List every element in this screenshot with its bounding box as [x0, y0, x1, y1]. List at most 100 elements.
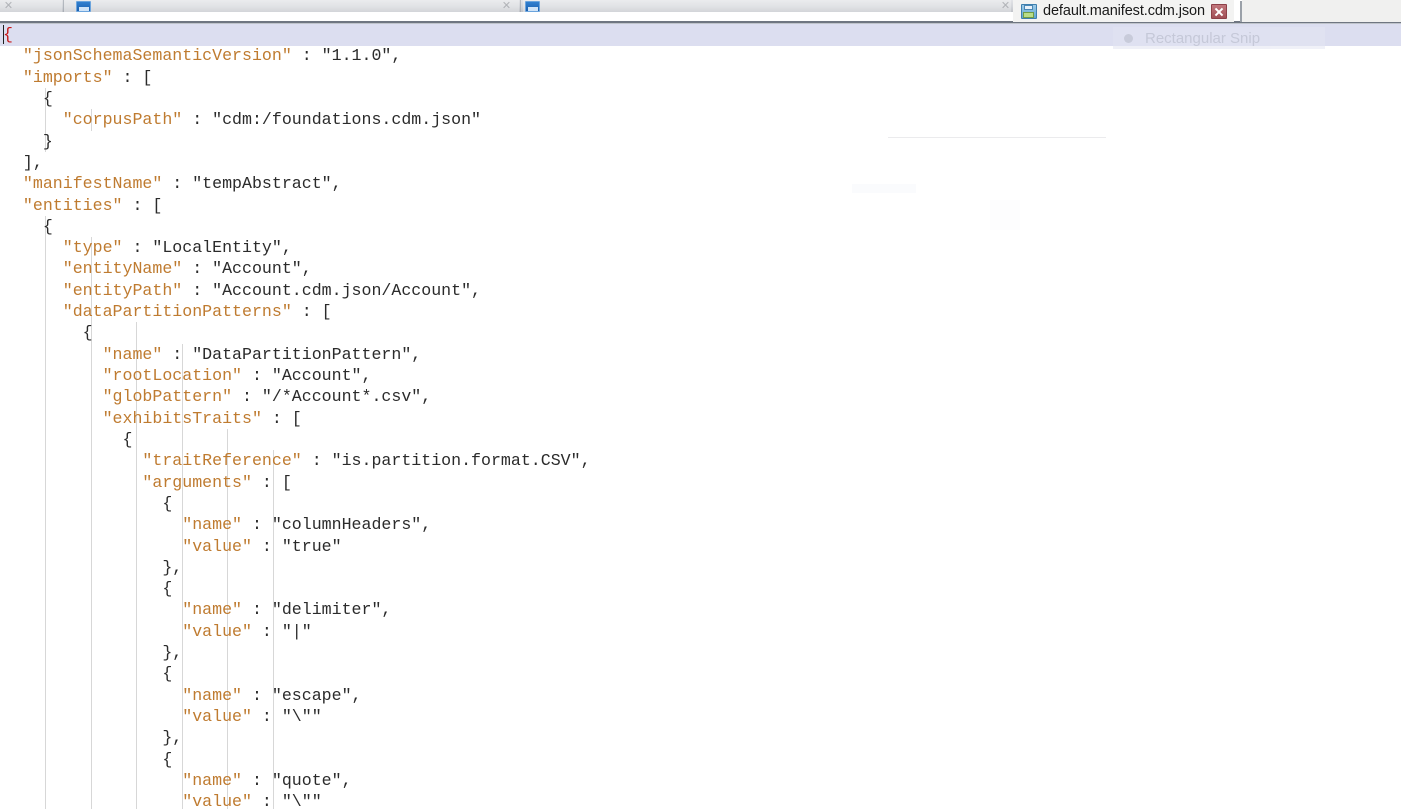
json-punctuation: : [ [251, 472, 292, 492]
json-punctuation: ], [22, 152, 43, 172]
json-punctuation: : [242, 515, 272, 535]
json-key: "rootLocation" [102, 366, 243, 385]
json-value: "tempAbstract", [192, 174, 342, 194]
code-line: { [0, 749, 1401, 770]
json-punctuation: : [162, 344, 193, 364]
code-line: "globPattern" : "/*Account*.csv", [0, 386, 1401, 407]
json-punctuation: : [182, 280, 213, 300]
json-punctuation: : [251, 621, 282, 641]
json-key: "globPattern" [102, 387, 233, 407]
json-punctuation: : [291, 46, 322, 66]
code-line: "rootLocation" : "Account", [0, 365, 1401, 386]
code-line: "value" : "\"" [0, 706, 1401, 727]
code-line: { [0, 493, 1401, 514]
json-punctuation: : [182, 259, 213, 279]
background-tab-separator [520, 0, 521, 12]
code-line: "manifestName" : "tempAbstract", [0, 173, 1401, 194]
close-x-icon[interactable] [1210, 3, 1227, 19]
json-value: "|" [281, 621, 312, 641]
code-line: "name" : "quote", [0, 770, 1401, 791]
json-punctuation: { [162, 749, 173, 769]
json-punctuation: { [3, 25, 13, 44]
json-punctuation: : [162, 174, 193, 194]
background-app-icon [525, 1, 540, 12]
background-close-icon: ✕ [1000, 0, 1011, 12]
document-tab-default-manifest[interactable]: default.manifest.cdm.json [1013, 0, 1234, 22]
background-tab [64, 0, 519, 12]
json-punctuation: : [301, 451, 332, 471]
code-line: "dataPartitionPatterns" : [ [0, 301, 1401, 322]
background-app-icon [76, 1, 91, 12]
json-value: "cdm:/foundations.cdm.json" [212, 110, 481, 130]
json-punctuation: : [242, 770, 272, 790]
json-editor[interactable]: { "jsonSchemaSemanticVersion" : "1.1.0",… [0, 24, 1401, 809]
json-key: "exhibitsTraits" [102, 408, 262, 428]
json-key: "value" [182, 536, 252, 556]
code-line: "name" : "delimiter", [0, 599, 1401, 620]
json-punctuation: { [162, 493, 173, 513]
json-punctuation: : [251, 536, 282, 556]
code-line: { [0, 322, 1401, 343]
json-key: "arguments" [142, 472, 252, 492]
code-line: "name" : "escape", [0, 685, 1401, 706]
json-punctuation: { [122, 429, 133, 449]
json-punctuation: } [42, 131, 53, 151]
code-line: "exhibitsTraits" : [ [0, 408, 1401, 429]
json-punctuation: : [ [122, 195, 163, 215]
background-close-icon: ✕ [501, 0, 512, 12]
background-tab-separator [63, 0, 64, 12]
code-line: ], [0, 152, 1401, 173]
json-punctuation: { [42, 216, 53, 236]
json-key: "name" [182, 685, 242, 705]
code-line: { [0, 88, 1401, 109]
json-punctuation: : [ [261, 408, 302, 428]
code-line: "arguments" : [ [0, 472, 1401, 493]
json-key: "value" [182, 707, 252, 726]
json-punctuation: : [182, 110, 213, 130]
code-line: { [0, 24, 1401, 45]
code-line: { [0, 216, 1401, 237]
json-key: "entityName" [62, 259, 183, 279]
code-line: "entityName" : "Account", [0, 258, 1401, 279]
code-line: "entities" : [ [0, 195, 1401, 216]
json-key: "name" [182, 770, 242, 790]
json-key: "jsonSchemaSemanticVersion" [22, 46, 292, 66]
json-value: "columnHeaders", [271, 515, 432, 535]
code-line: }, [0, 557, 1401, 578]
json-punctuation: }, [162, 728, 183, 748]
json-key: "entities" [22, 195, 123, 215]
code-line: "name" : "columnHeaders", [0, 514, 1401, 535]
json-key: "value" [182, 621, 252, 641]
json-punctuation: : [ [291, 302, 332, 322]
json-value: "1.1.0", [321, 46, 402, 66]
json-key: "entityPath" [62, 280, 183, 300]
background-close-icon: ✕ [3, 0, 14, 12]
json-key: "type" [62, 238, 123, 258]
tabstrip-empty-area [1242, 0, 1401, 22]
code-line: "traitReference" : "is.partition.format.… [0, 450, 1401, 471]
json-source-code[interactable]: { "jsonSchemaSemanticVersion" : "1.1.0",… [0, 24, 1401, 809]
json-punctuation: { [162, 664, 173, 684]
code-line: "entityPath" : "Account.cdm.json/Account… [0, 280, 1401, 301]
json-value: "true" [281, 536, 342, 556]
document-tab-title: default.manifest.cdm.json [1043, 3, 1205, 19]
json-key: "dataPartitionPatterns" [62, 302, 292, 322]
code-line: } [0, 131, 1401, 152]
code-line: "corpusPath" : "cdm:/foundations.cdm.jso… [0, 109, 1401, 130]
json-punctuation: : [242, 366, 272, 385]
json-key: "name" [182, 515, 242, 535]
code-line: "jsonSchemaSemanticVersion" : "1.1.0", [0, 45, 1401, 66]
code-line: }, [0, 727, 1401, 748]
json-value: "\"" [281, 792, 322, 809]
json-punctuation: { [82, 323, 93, 343]
json-punctuation: { [42, 88, 53, 108]
json-key: "imports" [22, 67, 113, 87]
code-line: "value" : "\"" [0, 791, 1401, 809]
code-line: "value" : "|" [0, 621, 1401, 642]
code-line: "value" : "true" [0, 536, 1401, 557]
code-line: { [0, 578, 1401, 599]
json-value: "Account.cdm.json/Account", [212, 280, 481, 300]
json-key: "name" [102, 344, 163, 364]
code-line: "name" : "DataPartitionPattern", [0, 344, 1401, 365]
json-value: "quote", [271, 770, 352, 790]
